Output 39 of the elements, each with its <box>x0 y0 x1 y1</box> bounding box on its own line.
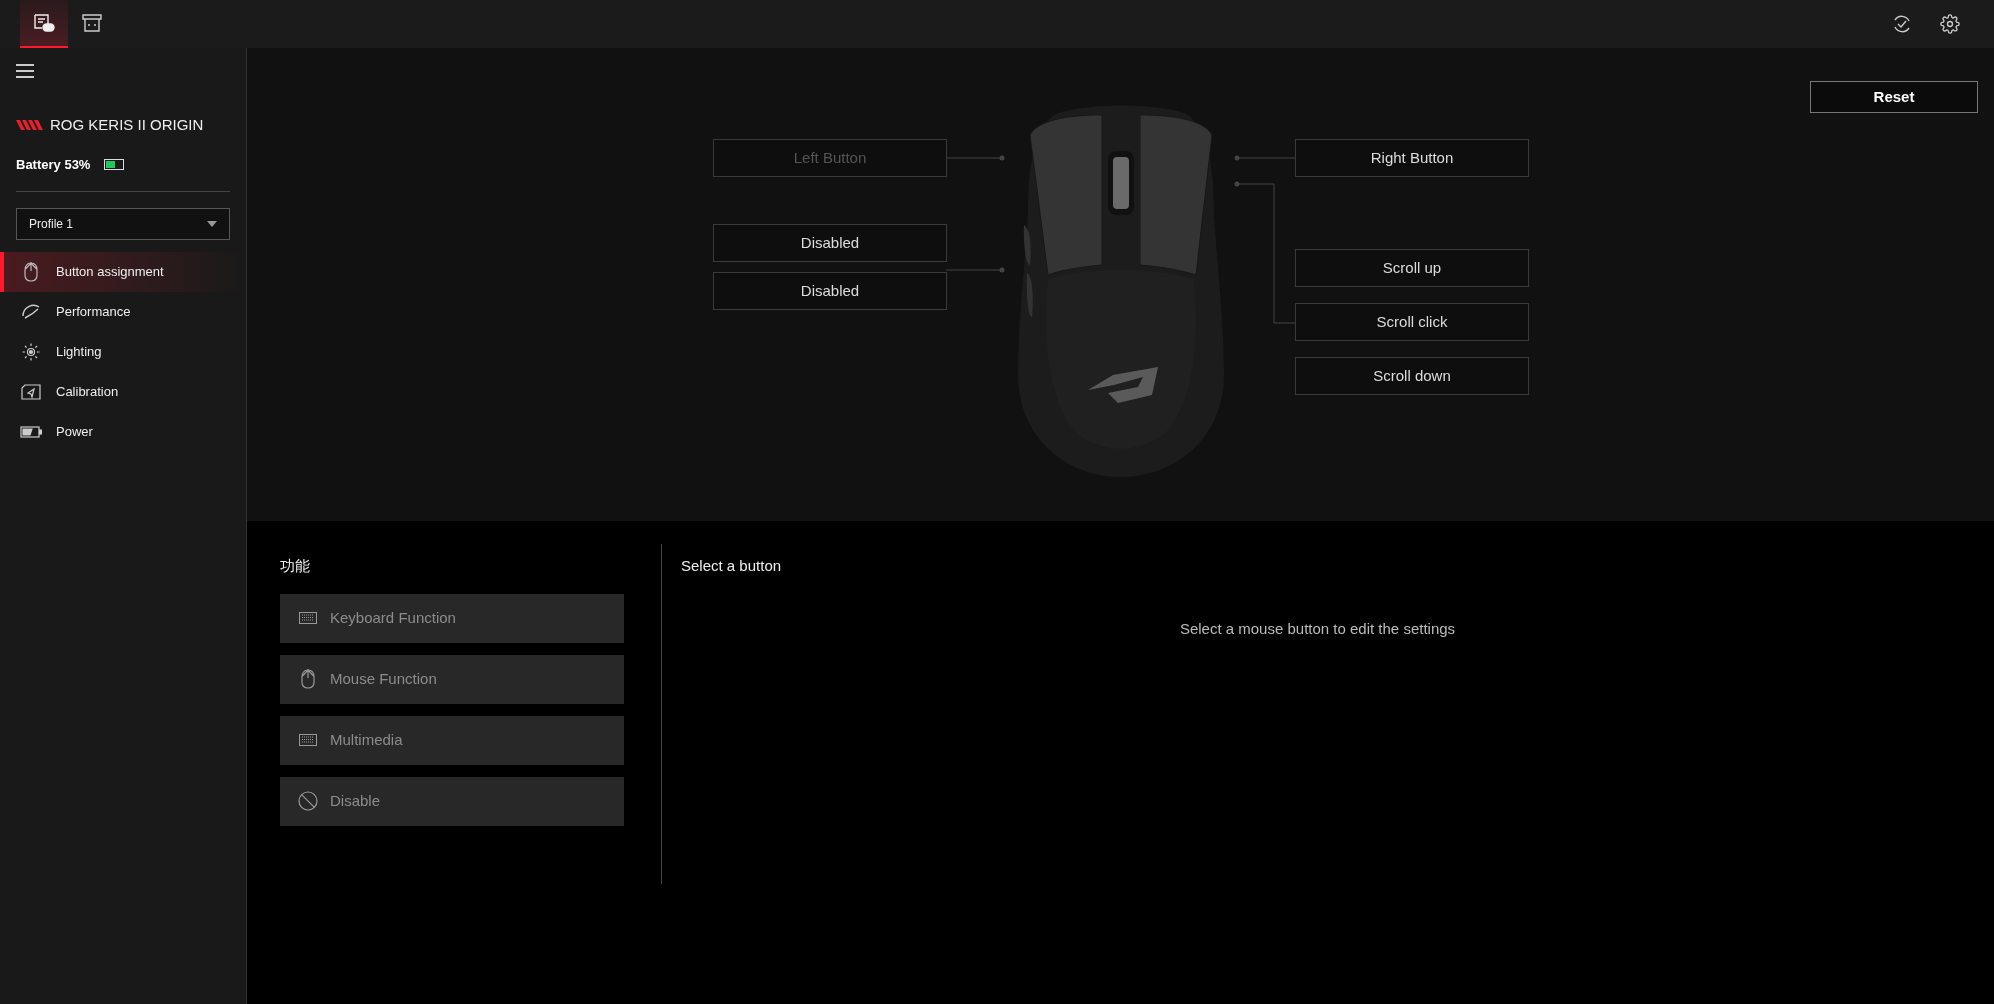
prohibited-icon <box>298 791 318 811</box>
assignment-button[interactable]: Disabled <box>713 224 947 262</box>
keyboard-icon <box>299 734 317 746</box>
usb-dongle-icon <box>82 13 102 33</box>
functions-title: 功能 <box>280 556 311 576</box>
sun-icon <box>22 343 40 361</box>
keyboard-icon <box>299 612 317 624</box>
device-tab[interactable] <box>20 0 68 48</box>
cursor-window-icon <box>21 384 41 400</box>
assignment-button[interactable]: Scroll down <box>1295 357 1529 395</box>
nav-item[interactable]: Performance <box>0 292 246 332</box>
reset-button[interactable]: Reset <box>1810 81 1978 113</box>
battery-label: Battery 53% <box>16 155 91 174</box>
speed-swoosh-icon <box>21 304 41 320</box>
nav-item[interactable]: Calibration <box>0 372 246 412</box>
function-item[interactable]: Multimedia <box>280 715 624 765</box>
detail-title: Select a button <box>681 556 783 576</box>
mouse-icon <box>24 262 38 282</box>
menu-icon[interactable] <box>16 64 34 78</box>
assignment-button[interactable]: Right Button <box>1295 139 1529 177</box>
stripes-logo-icon <box>16 120 44 131</box>
leader-line <box>946 267 1006 273</box>
function-item[interactable]: Keyboard Function <box>280 593 624 643</box>
nav-item[interactable]: Lighting <box>0 332 246 372</box>
detail-message: Select a mouse button to edit the settings <box>1179 618 1456 639</box>
mouse-icon <box>301 669 315 689</box>
function-item[interactable]: Mouse Function <box>280 654 624 704</box>
assignment-button[interactable]: Scroll click <box>1295 303 1529 341</box>
battery-icon <box>20 426 42 438</box>
leader-line <box>946 155 1006 161</box>
caret-icon <box>207 221 217 227</box>
function-item[interactable]: Disable <box>280 776 624 826</box>
leader-line <box>1234 155 1295 161</box>
assignment-button[interactable]: Scroll up <box>1295 249 1529 287</box>
device-icon <box>33 13 55 33</box>
device-name: ROG KERIS II ORIGIN <box>50 115 204 135</box>
nav-item[interactable]: Power <box>0 412 246 452</box>
assignment-button[interactable]: Disabled <box>713 272 947 310</box>
profile-dropdown[interactable]: Profile 1 <box>16 208 230 240</box>
